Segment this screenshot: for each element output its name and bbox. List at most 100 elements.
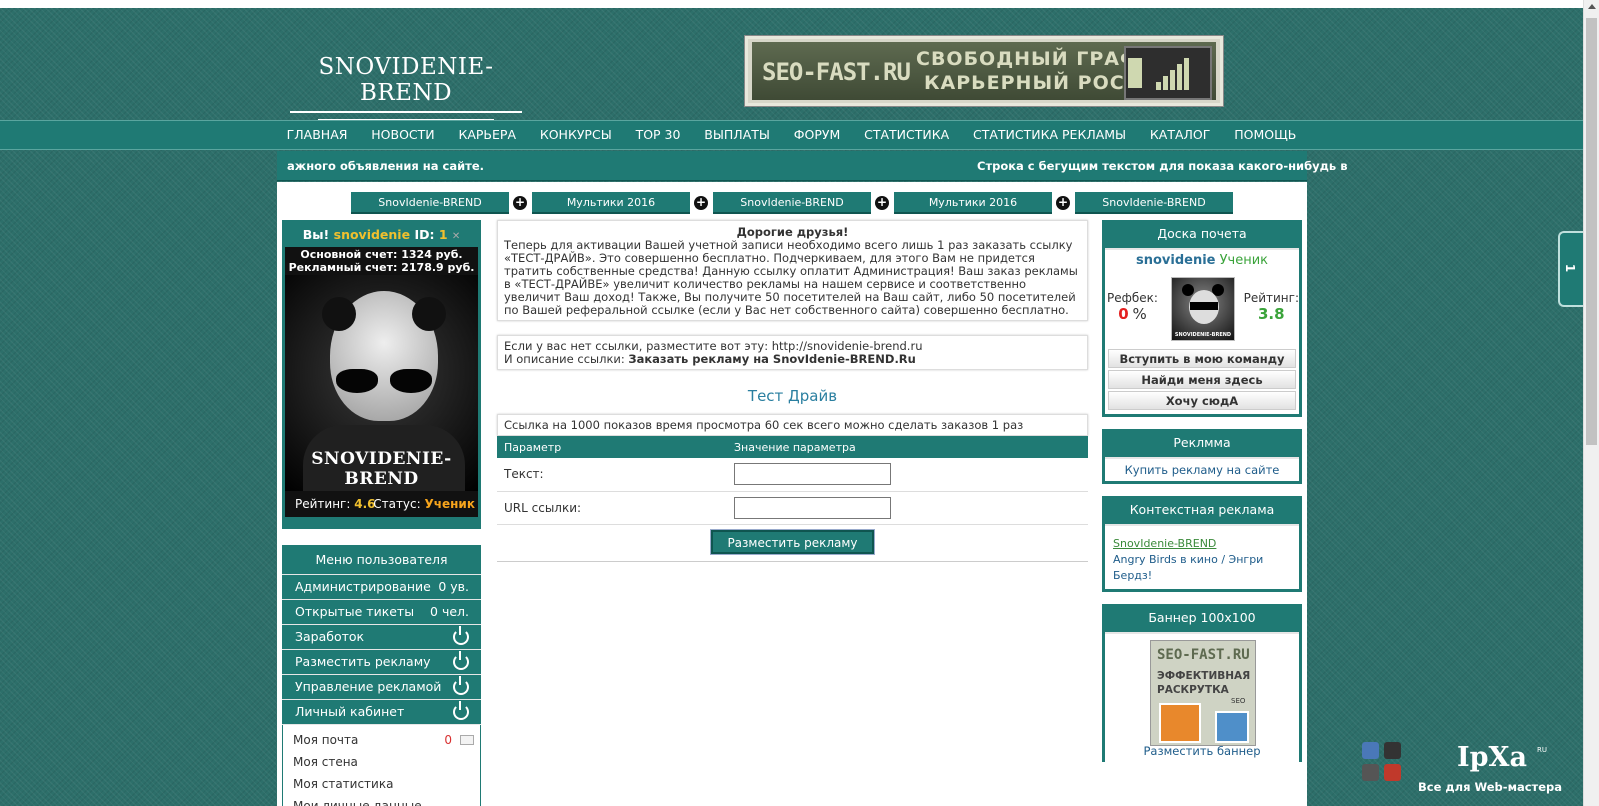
join-team-button[interactable]: Вступить в мою команду xyxy=(1108,349,1296,368)
plus-icon[interactable]: + xyxy=(513,196,527,210)
right-column: Доска почета snovidenie Ученик Рефбек: 0… xyxy=(1102,220,1302,774)
top-strip xyxy=(0,0,1583,8)
submenu-wall[interactable]: Моя стена xyxy=(283,751,480,773)
center-column: Дорогие друзья! Теперь для активации Ваш… xyxy=(497,220,1088,562)
user-menu-title: Меню пользователя xyxy=(282,545,481,575)
menu-earnings[interactable]: Заработок xyxy=(282,625,481,650)
avatar[interactable]: SNOVIDENIE-BREND xyxy=(285,275,478,491)
page-scrollbar[interactable] xyxy=(1583,0,1599,806)
avatar-caption: SNOVIDENIE-BREND xyxy=(311,449,452,489)
honor-user: snovidenie Ученик xyxy=(1105,250,1299,273)
ipxa-watermark[interactable]: IpXa RU Все для Web-мастера xyxy=(1362,742,1572,800)
power-icon xyxy=(453,651,469,670)
logo-underline xyxy=(290,111,522,113)
refback: Рефбек: 0 % xyxy=(1107,291,1158,323)
banner-box-title: Баннер 100x100 xyxy=(1105,604,1299,634)
main-balance: Основной счет: 1324 руб. xyxy=(300,248,463,261)
honor-board-title: Доска почета xyxy=(1105,220,1299,250)
link-description: Заказать рекламу на SnovIdenie-BREND.Ru xyxy=(628,352,916,366)
header: SNOVIDENIE-BREND SEO-FAST.RU СВОБОДНЫЙ Г… xyxy=(0,8,1583,121)
profile-username[interactable]: snovidenie xyxy=(334,227,410,242)
power-icon xyxy=(453,626,469,645)
nav-help[interactable]: ПОМОЩЬ xyxy=(1234,121,1296,149)
honor-board: Доска почета snovidenie Ученик Рефбек: 0… xyxy=(1102,220,1302,417)
profile-meta: Рейтинг: 4.6 Статус: Ученик xyxy=(285,491,478,517)
tab-link[interactable]: Мультики 2016 xyxy=(532,192,690,214)
banner-chart-icon xyxy=(1124,46,1212,100)
profile-card: Вы! snovidenie ID: 1 ✕ Основной счет: 13… xyxy=(282,220,481,529)
ads-box: Реклмма Купить рекламу на сайте xyxy=(1102,429,1302,484)
banner-box: Баннер 100x100 SEO-FAST.RU ЭФФЕКТИВНАЯ Р… xyxy=(1102,604,1302,762)
tab-link[interactable]: SnovIdenie-BREND xyxy=(1075,192,1233,214)
plus-icon[interactable]: + xyxy=(1056,196,1070,210)
context-ads-title: Контекстная реклама xyxy=(1105,496,1299,526)
left-column: Вы! snovidenie ID: 1 ✕ Основной счет: 13… xyxy=(282,220,481,806)
ad-url-input[interactable] xyxy=(734,496,891,519)
nav-home[interactable]: ГЛАВНАЯ xyxy=(287,121,348,149)
submenu-personal[interactable]: Мои личные данные xyxy=(283,795,480,806)
buy-ads-link[interactable]: Купить рекламу на сайте xyxy=(1105,459,1299,481)
menu-place-ad[interactable]: Разместить рекламу xyxy=(282,650,481,675)
profile-title: Вы! snovidenie ID: 1 ✕ xyxy=(302,227,461,242)
honor-username[interactable]: snovidenie xyxy=(1136,253,1216,268)
page-content: SnovIdenie-BREND + Мультики 2016 + SnovI… xyxy=(277,182,1307,806)
tools-icon[interactable]: ✕ xyxy=(452,231,460,242)
ticker-text-left: ажного объявления на сайте. xyxy=(287,159,484,173)
honor-status: Ученик xyxy=(1219,253,1269,268)
plus-icon[interactable]: + xyxy=(875,196,889,210)
side-feedback-tab[interactable]: 1 xyxy=(1558,231,1586,307)
want-here-button[interactable]: Хочу сюдА xyxy=(1108,391,1296,410)
menu-manage-ads[interactable]: Управление рекламой xyxy=(282,675,481,700)
power-icon xyxy=(453,676,469,695)
profile-status: Ученик xyxy=(424,497,475,511)
account-balances: Основной счет: 1324 руб. Рекламный счет:… xyxy=(285,247,478,275)
banner-line2: КАРЬЕРНЫЙ РОСТ xyxy=(924,72,1139,94)
plus-icon[interactable]: + xyxy=(694,196,708,210)
site-logo-text: SNOVIDENIE-BREND xyxy=(318,54,494,106)
col-value: Значение параметра xyxy=(727,436,1088,458)
scroll-thumb[interactable] xyxy=(1586,18,1597,445)
context-ad-link[interactable]: SnovIdenie-BREND xyxy=(1113,536,1291,552)
nav-ad-stats[interactable]: СТАТИСТИКА РЕКЛАМЫ xyxy=(973,121,1126,149)
nav-forum[interactable]: ФОРУМ xyxy=(794,121,841,149)
submenu-stats[interactable]: Моя статистика xyxy=(283,773,480,795)
nav-top30[interactable]: TOP 30 xyxy=(636,121,681,149)
table-row: URL ссылки: xyxy=(497,491,1088,525)
menu-admin[interactable]: Администрирование 0 ув. xyxy=(282,575,481,600)
marquee-ticker: ажного объявления на сайте. Строка с бег… xyxy=(277,151,1347,181)
find-me-button[interactable]: Найди меня здесь xyxy=(1108,370,1296,389)
menu-cabinet[interactable]: Личный кабинет xyxy=(282,700,481,725)
intro-notice: Дорогие друзья! Теперь для активации Ваш… xyxy=(497,220,1088,321)
cabinet-submenu: Моя почта 0 Моя стена Моя статистика Мои… xyxy=(282,725,481,806)
envelope-icon xyxy=(460,735,474,745)
site-logo[interactable]: SNOVIDENIE-BREND xyxy=(290,54,522,121)
nav-career[interactable]: КАРЬЕРА xyxy=(458,121,516,149)
place-ad-button[interactable]: Разместить рекламу xyxy=(711,529,874,554)
nav-catalog[interactable]: КАТАЛОГ xyxy=(1150,121,1210,149)
nav-payouts[interactable]: ВЫПЛАТЫ xyxy=(704,121,770,149)
honor-avatar[interactable]: SNOVIDENIE-BREND xyxy=(1171,277,1235,341)
test-drive-title: Тест Драйв xyxy=(747,387,838,405)
mail-count: 0 xyxy=(444,733,452,747)
user-menu: Меню пользователя Администрирование 0 ув… xyxy=(282,545,481,806)
ticker-text-right: Строка с бегущим текстом для показа како… xyxy=(977,159,1348,173)
nav-stats[interactable]: СТАТИСТИКА xyxy=(864,121,949,149)
tab-link[interactable]: SnovIdenie-BREND xyxy=(713,192,871,214)
main-nav: ГЛАВНАЯ НОВОСТИ КАРЬЕРА КОНКУРСЫ TOP 30 … xyxy=(0,120,1583,150)
ipxa-logo: IpXa xyxy=(1457,742,1527,773)
link-suggestion: Если у вас нет ссылки, разместите вот эт… xyxy=(497,335,1088,370)
top-banner[interactable]: SEO-FAST.RU СВОБОДНЫЙ ГРАФИК КАРЬЕРНЫЙ Р… xyxy=(745,36,1223,106)
banner-100-image[interactable]: SEO-FAST.RU ЭФФЕКТИВНАЯ РАСКРУТКА SEO xyxy=(1150,640,1256,746)
place-banner-link[interactable]: Разместить баннер xyxy=(1105,744,1299,758)
nav-news[interactable]: НОВОСТИ xyxy=(371,121,434,149)
tab-link[interactable]: SnovIdenie-BREND xyxy=(351,192,509,214)
profile-id: 1 xyxy=(438,227,448,242)
submenu-mail[interactable]: Моя почта 0 xyxy=(283,729,480,751)
tab-link[interactable]: Мультики 2016 xyxy=(894,192,1052,214)
menu-tickets[interactable]: Открытые тикеты 0 чел. xyxy=(282,600,481,625)
context-ad-desc: Angry Birds в кино / Энгри Бердз! xyxy=(1113,553,1264,582)
ad-text-input[interactable] xyxy=(734,463,891,486)
scroll-up-icon[interactable] xyxy=(1588,4,1596,9)
intro-text: Теперь для активации Вашей учетной запис… xyxy=(504,238,1078,317)
nav-contests[interactable]: КОНКУРСЫ xyxy=(540,121,612,149)
